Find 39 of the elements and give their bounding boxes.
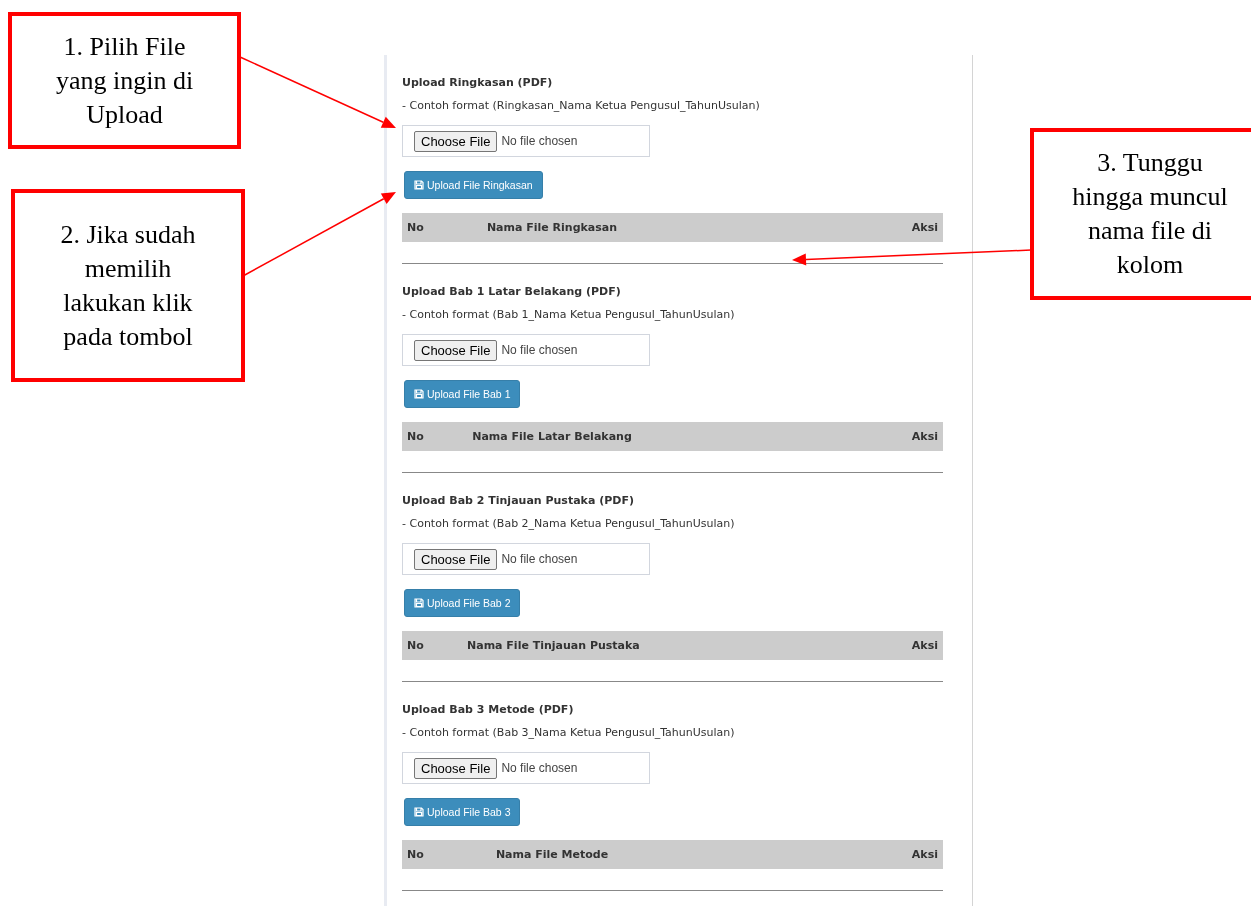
- column-header: Nama File Tinjauan Pustaka: [466, 639, 641, 652]
- section-title: Upload Bab 1 Latar Belakang (PDF): [402, 284, 621, 300]
- file-input[interactable]: Choose File No file chosen: [402, 125, 650, 157]
- column-header: Aksi: [910, 430, 939, 443]
- section-title: Upload Ringkasan (PDF): [402, 75, 553, 91]
- format-hint: - Contoh format (Bab 2_Nama Ketua Pengusul_TahunUsulan): [402, 516, 735, 532]
- file-input[interactable]: Choose File No file chosen: [402, 334, 650, 366]
- file-status: No file chosen: [501, 552, 578, 566]
- column-header: No: [406, 848, 425, 861]
- column-header: Nama File Metode: [494, 848, 610, 861]
- column-header: No: [406, 221, 425, 234]
- upload-button[interactable]: Upload File Bab 1: [404, 380, 521, 408]
- column-header: Aksi: [910, 848, 939, 861]
- file-input[interactable]: Choose File No file chosen: [402, 752, 650, 784]
- callout-text: 3. Tunggu hingga muncul nama file di kolom: [1072, 147, 1228, 281]
- choose-file-button[interactable]: Choose File: [414, 130, 498, 152]
- upload-button[interactable]: Upload File Bab 2: [404, 589, 521, 617]
- format-hint: - Contoh format (Bab 3_Nama Ketua Pengusul_TahunUsulan): [402, 725, 735, 741]
- column-header: Aksi: [910, 221, 939, 234]
- file-input[interactable]: Choose File No file chosen: [402, 543, 650, 575]
- column-header: No: [406, 430, 425, 443]
- choose-file-button[interactable]: Choose File: [414, 548, 498, 570]
- section-title: Upload Bab 2 Tinjauan Pustaka (PDF): [402, 493, 634, 509]
- section-title: Upload Bab 3 Metode (PDF): [402, 702, 574, 718]
- column-header: Nama File Ringkasan: [485, 221, 619, 234]
- upload-button[interactable]: Upload File Ringkasan: [404, 171, 543, 199]
- choose-file-button[interactable]: Choose File: [414, 757, 498, 779]
- column-header: No: [406, 639, 425, 652]
- column-header: Aksi: [910, 639, 939, 652]
- callout-text: 2. Jika sudah memilih lakukan klik pada tombol: [60, 218, 196, 353]
- file-status: No file chosen: [501, 343, 578, 357]
- column-header: Nama File Latar Belakang: [471, 430, 633, 443]
- file-status: No file chosen: [501, 761, 578, 775]
- file-status: No file chosen: [501, 134, 578, 148]
- choose-file-button[interactable]: Choose File: [414, 339, 498, 361]
- upload-button[interactable]: Upload File Bab 3: [404, 798, 521, 826]
- format-hint: - Contoh format (Ringkasan_Nama Ketua Pengusul_TahunUsulan): [402, 98, 760, 114]
- callout-text: 1. Pilih File yang ingin di Upload: [55, 30, 194, 131]
- format-hint: - Contoh format (Bab 1_Nama Ketua Pengusul_TahunUsulan): [402, 307, 735, 323]
